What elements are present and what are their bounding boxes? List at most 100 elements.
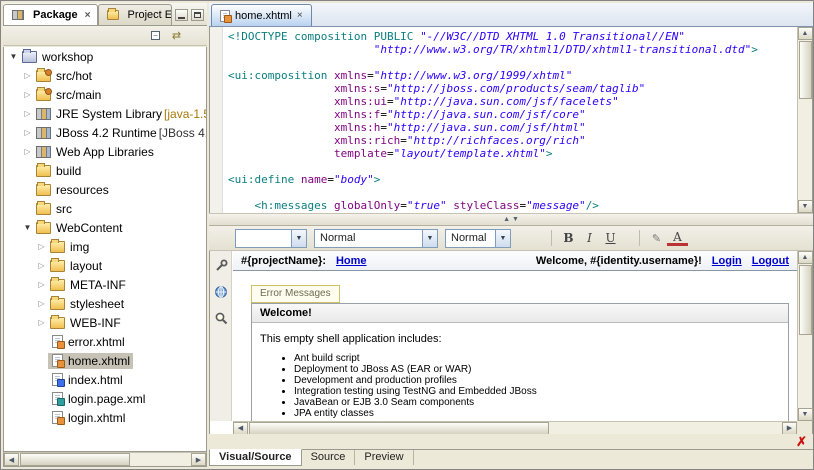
list-item: JPA entity classes (294, 408, 780, 419)
chevron-down-icon[interactable]: ▼ (422, 230, 437, 247)
collapse-all-icon[interactable]: − (147, 28, 164, 44)
source-folder-icon (36, 89, 51, 101)
font-size-combo[interactable]: Normal ▼ (445, 229, 511, 248)
tree-item[interactable]: ▷layout (4, 256, 206, 275)
tree-item[interactable]: ▷src/main (4, 85, 206, 104)
scrollbar-thumb[interactable] (799, 41, 812, 99)
collapse-arrow-icon[interactable]: ▼ (21, 223, 34, 232)
code-text-area[interactable]: <!DOCTYPE composition PUBLIC "-//W3C//DT… (228, 30, 797, 213)
code-line: "http://www.w3.org/TR/xhtml1/DTD/xhtml1-… (228, 43, 797, 56)
pencil-icon[interactable]: ✎ (646, 229, 667, 248)
home-link[interactable]: Home (336, 255, 367, 267)
tree-item[interactable]: error.xhtml (4, 332, 206, 351)
expand-arrow-icon[interactable]: ▷ (21, 147, 34, 156)
bold-button[interactable]: B (558, 229, 579, 248)
package-explorer-icon (12, 10, 24, 20)
visual-vertical-scrollbar[interactable]: ▲ ▼ (797, 251, 812, 434)
tab-project-explorer[interactable]: Project E (98, 4, 172, 25)
error-messages-placeholder[interactable]: Error Messages (251, 285, 340, 303)
tab-visual-source[interactable]: Visual/Source (209, 449, 302, 466)
scroll-up-icon[interactable]: ▲ (798, 251, 813, 264)
zoom-icon[interactable] (212, 309, 230, 327)
minimize-icon[interactable] (175, 9, 188, 21)
error-icon[interactable]: ✗ (796, 435, 807, 448)
globe-icon[interactable] (212, 283, 230, 301)
code-token: xmlns:s (334, 82, 380, 95)
source-vertical-scrollbar[interactable]: ▲ ▼ (797, 27, 812, 213)
italic-button[interactable]: I (579, 229, 600, 248)
tree-item[interactable]: ▷JRE System Library [java-1.5 (4, 104, 206, 123)
scrollbar-thumb[interactable] (799, 265, 812, 335)
code-line (228, 160, 797, 173)
maximize-icon[interactable] (191, 9, 204, 21)
chevron-down-icon[interactable]: ▼ (291, 230, 306, 247)
chevron-down-icon[interactable]: ▼ (495, 230, 510, 247)
tree-item[interactable]: login.xhtml (4, 408, 206, 427)
tree-horizontal-scrollbar[interactable]: ◀ ▶ (3, 452, 207, 467)
paragraph-format-combo[interactable]: Normal ▼ (314, 229, 438, 248)
tree-item[interactable]: login.page.xml (4, 389, 206, 408)
scrollbar-thumb[interactable] (249, 422, 549, 435)
tree-item[interactable]: index.html (4, 370, 206, 389)
font-color-icon[interactable]: A (667, 230, 688, 246)
tree-item-content: workshop (20, 49, 96, 65)
tab-package-explorer[interactable]: Package × (3, 4, 98, 25)
close-icon[interactable]: × (85, 10, 91, 21)
collapse-arrow-icon[interactable]: ▼ (7, 52, 20, 61)
visual-canvas[interactable]: #{projectName}: Home Welcome, #{identity… (233, 251, 797, 421)
expand-arrow-icon[interactable]: ▷ (35, 261, 48, 270)
source-editor[interactable]: <!DOCTYPE composition PUBLIC "-//W3C//DT… (209, 27, 813, 213)
expand-arrow-icon[interactable]: ▷ (35, 299, 48, 308)
scroll-down-icon[interactable]: ▼ (798, 408, 813, 421)
tab-source[interactable]: Source (302, 450, 356, 465)
expand-arrow-icon[interactable]: ▷ (35, 280, 48, 289)
tree-item[interactable]: ▷src/hot (4, 66, 206, 85)
tree-item-suffix: [java-1.5 (164, 107, 207, 121)
scroll-left-icon[interactable]: ◀ (233, 422, 248, 435)
style-class-combo[interactable]: ▼ (235, 229, 307, 248)
tree-item[interactable]: build (4, 161, 206, 180)
scrollbar-thumb[interactable] (20, 453, 130, 466)
tab-preview[interactable]: Preview (355, 450, 413, 465)
expand-arrow-icon[interactable]: ▷ (35, 318, 48, 327)
expand-arrow-icon[interactable]: ▷ (21, 90, 34, 99)
tree-item[interactable]: ▷Web App Libraries (4, 142, 206, 161)
tree-item[interactable]: ▷img (4, 237, 206, 256)
tree-item[interactable]: ▷JBoss 4.2 Runtime [JBoss 4. (4, 123, 206, 142)
visual-horizontal-scrollbar[interactable]: ◀ ▶ (233, 421, 797, 434)
tree-item-label: stylesheet (70, 297, 124, 311)
scroll-right-icon[interactable]: ▶ (782, 422, 797, 435)
library-icon (36, 108, 51, 120)
tree-item-label: META-INF (70, 278, 126, 292)
logout-link[interactable]: Logout (752, 255, 789, 267)
link-editor-icon[interactable]: ⇄ (168, 28, 185, 44)
wrench-icon[interactable] (212, 257, 230, 275)
scroll-up-icon[interactable]: ▲ (798, 27, 813, 40)
tree-item[interactable]: resources (4, 180, 206, 199)
expand-arrow-icon[interactable]: ▷ (21, 109, 34, 118)
library-icon (36, 127, 51, 139)
eclipse-window: Package × Project E − ⇄ ▼workshop▷src/ho… (0, 0, 814, 470)
underline-button[interactable]: U (600, 229, 621, 248)
expand-arrow-icon[interactable]: ▷ (35, 242, 48, 251)
tree-item-content: src/main (34, 87, 104, 103)
scroll-right-icon[interactable]: ▶ (191, 453, 206, 466)
tab-home-xhtml[interactable]: home.xhtml × (211, 4, 312, 26)
tree-item[interactable]: ▷ META-INF (4, 275, 206, 294)
editor-sash[interactable]: ▲ ▼ (209, 213, 813, 226)
tree-item[interactable]: home.xhtml (4, 351, 206, 370)
scroll-left-icon[interactable]: ◀ (4, 453, 19, 466)
tree-item[interactable]: src (4, 199, 206, 218)
scroll-down-icon[interactable]: ▼ (798, 200, 813, 213)
expand-arrow-icon[interactable]: ▷ (21, 128, 34, 137)
code-token: "http://www.w3.org/TR/xhtml1/DTD/xhtml1-… (374, 43, 752, 56)
sash-down-icon[interactable]: ▼ (512, 216, 519, 223)
tree-item[interactable]: ▷WEB-INF (4, 313, 206, 332)
tree-item[interactable]: ▼workshop (4, 47, 206, 66)
tree-item[interactable]: ▷ stylesheet (4, 294, 206, 313)
login-link[interactable]: Login (712, 255, 742, 267)
expand-arrow-icon[interactable]: ▷ (21, 71, 34, 80)
tree-item[interactable]: ▼WebContent (4, 218, 206, 237)
sash-up-icon[interactable]: ▲ (503, 216, 510, 223)
close-icon[interactable]: × (297, 10, 303, 21)
